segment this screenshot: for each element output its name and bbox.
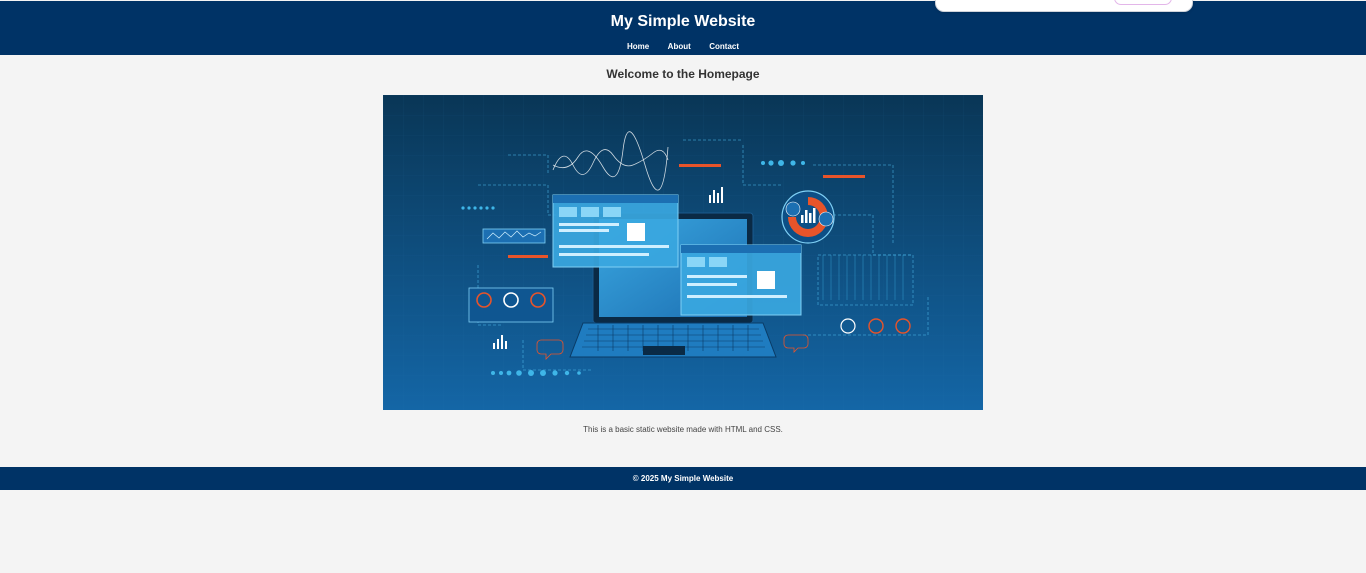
overlay-popup-edge xyxy=(935,0,1193,12)
nav-home-link[interactable]: Home xyxy=(627,42,649,51)
nav-contact-link[interactable]: Contact xyxy=(709,42,739,51)
hero-image xyxy=(383,95,983,410)
site-footer: © 2025 My Simple Website xyxy=(0,467,1366,490)
hero-illustration xyxy=(383,95,983,410)
site-title: My Simple Website xyxy=(610,13,756,30)
nav-about-link[interactable]: About xyxy=(668,42,691,51)
footer-copyright: © 2025 My Simple Website xyxy=(632,474,734,483)
main-content: Welcome to the Homepage This is a basic … xyxy=(0,55,1366,467)
main-nav: Home About Contact xyxy=(0,36,1366,54)
page-heading: Welcome to the Homepage xyxy=(606,67,760,81)
page-description: This is a basic static website made with… xyxy=(583,425,783,434)
overlay-popup-pill xyxy=(1114,0,1172,5)
